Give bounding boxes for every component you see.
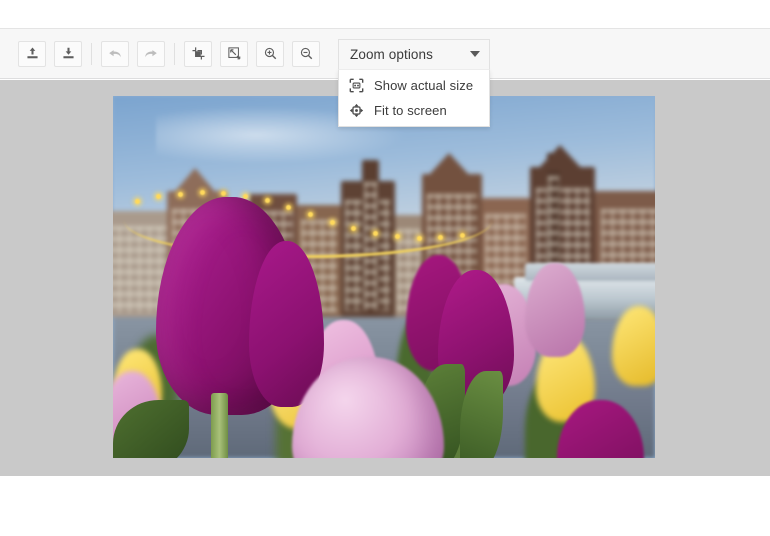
- toolbar-separator-2: [174, 42, 175, 65]
- zoom-out-button[interactable]: [292, 40, 320, 67]
- zoom-options-selected-label: Zoom options: [350, 46, 433, 62]
- zoom-in-button[interactable]: [256, 40, 284, 67]
- actual-size-icon: [348, 77, 365, 94]
- zoom-options-menu: Show actual size Fit to screen: [338, 68, 490, 127]
- zoom-out-icon: [299, 46, 314, 61]
- redo-icon: [143, 46, 159, 62]
- menu-item-label: Fit to screen: [374, 102, 447, 118]
- tulip-yellow-far-right: [611, 305, 655, 386]
- toolbar-separator-1: [91, 42, 92, 65]
- crop-icon: [191, 46, 206, 61]
- resize-button[interactable]: [220, 40, 248, 67]
- crop-button[interactable]: [184, 40, 212, 67]
- resize-icon: [227, 46, 242, 61]
- editor-toolbar: Zoom options Show actual size Fit to scr…: [0, 29, 770, 127]
- tulip-stem: [210, 392, 228, 458]
- edited-image[interactable]: [113, 96, 655, 458]
- upload-button[interactable]: [18, 40, 46, 67]
- tulip-magenta-bottom-right: [557, 400, 645, 458]
- zoom-options-select[interactable]: Zoom options: [338, 38, 490, 69]
- zoom-in-icon: [263, 46, 278, 61]
- zoom-options-control: Zoom options Show actual size Fit to scr…: [338, 38, 490, 127]
- menu-item-fit-to-screen[interactable]: Fit to screen: [339, 98, 489, 123]
- redo-button[interactable]: [137, 40, 165, 67]
- app-header-strip: [0, 0, 770, 29]
- download-icon: [61, 46, 76, 61]
- editor-canvas[interactable]: [0, 80, 770, 476]
- menu-item-label: Show actual size: [374, 77, 474, 93]
- fit-to-screen-icon: [348, 102, 365, 119]
- upload-icon: [25, 46, 40, 61]
- undo-icon: [107, 46, 123, 62]
- tulip-lilac-right-b: [524, 262, 585, 357]
- tulip-pink-foreground: [291, 356, 444, 458]
- download-button[interactable]: [54, 40, 82, 67]
- app-footer-strip: [0, 476, 770, 536]
- undo-button[interactable]: [101, 40, 129, 67]
- chevron-down-icon: [470, 51, 480, 57]
- menu-item-show-actual-size[interactable]: Show actual size: [339, 73, 489, 98]
